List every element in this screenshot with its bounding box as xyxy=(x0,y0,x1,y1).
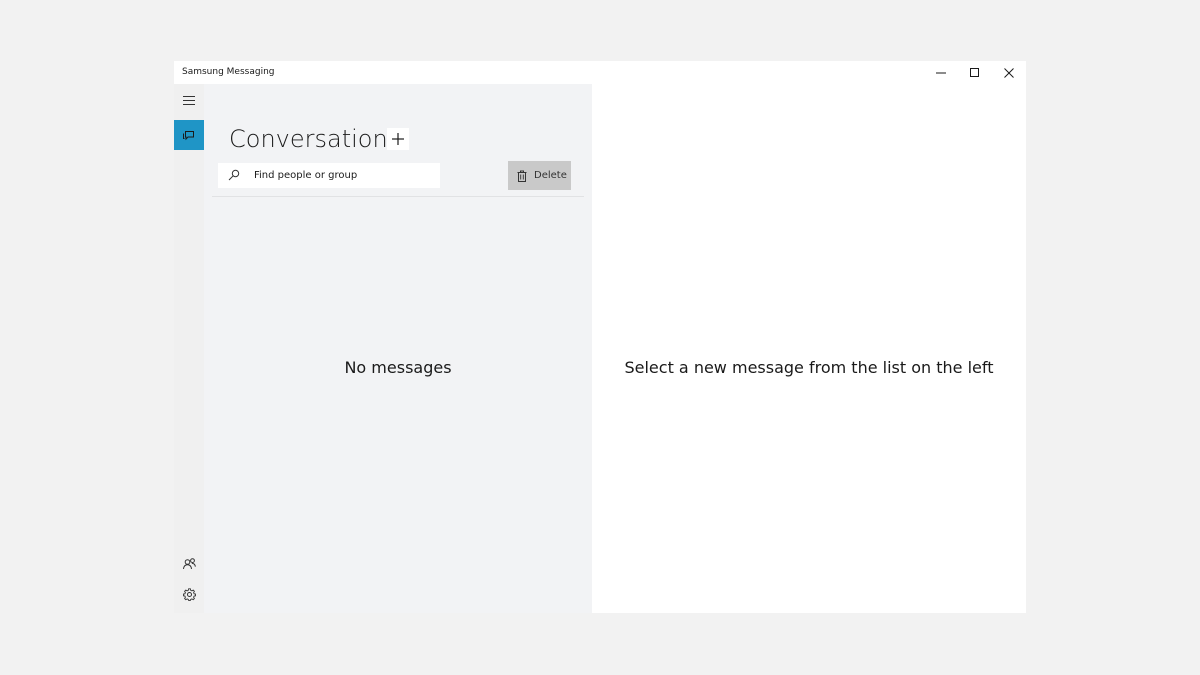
contacts-icon xyxy=(182,558,196,570)
delete-label: Delete xyxy=(534,170,567,181)
hamburger-menu-icon xyxy=(183,95,195,105)
delete-button[interactable]: Delete xyxy=(508,161,571,190)
close-icon xyxy=(1004,67,1014,78)
search-icon xyxy=(228,169,240,181)
add-conversation-button[interactable] xyxy=(387,128,409,150)
nav-rail xyxy=(174,84,204,613)
close-button[interactable] xyxy=(992,61,1026,84)
app-window: Samsung Messaging Conversations Find peo… xyxy=(174,61,1026,613)
nav-item-conversations[interactable] xyxy=(174,120,204,150)
plus-icon xyxy=(392,133,404,145)
maximize-icon xyxy=(970,67,979,77)
detail-hint-text: Select a new message from the list on th… xyxy=(624,358,994,377)
conversations-icon xyxy=(183,130,194,140)
title-bar[interactable]: Samsung Messaging xyxy=(174,61,1026,84)
nav-item-contacts[interactable] xyxy=(174,549,204,579)
nav-item-settings[interactable] xyxy=(174,579,204,609)
divider xyxy=(212,196,584,197)
message-detail-pane: Select a new message from the list on th… xyxy=(592,84,1026,613)
minimize-icon xyxy=(936,72,946,73)
empty-state-text: No messages xyxy=(344,358,452,377)
trash-icon xyxy=(517,170,527,182)
minimize-button[interactable] xyxy=(924,61,958,84)
hamburger-menu-button[interactable] xyxy=(174,85,204,115)
gear-icon xyxy=(182,587,196,601)
search-input[interactable] xyxy=(254,163,434,188)
app-title: Samsung Messaging xyxy=(182,67,275,77)
search-box[interactable] xyxy=(218,163,440,188)
page-title: Conversations xyxy=(229,125,401,153)
conversations-pane: Conversations Delete xyxy=(204,84,592,613)
maximize-button[interactable] xyxy=(958,61,992,84)
